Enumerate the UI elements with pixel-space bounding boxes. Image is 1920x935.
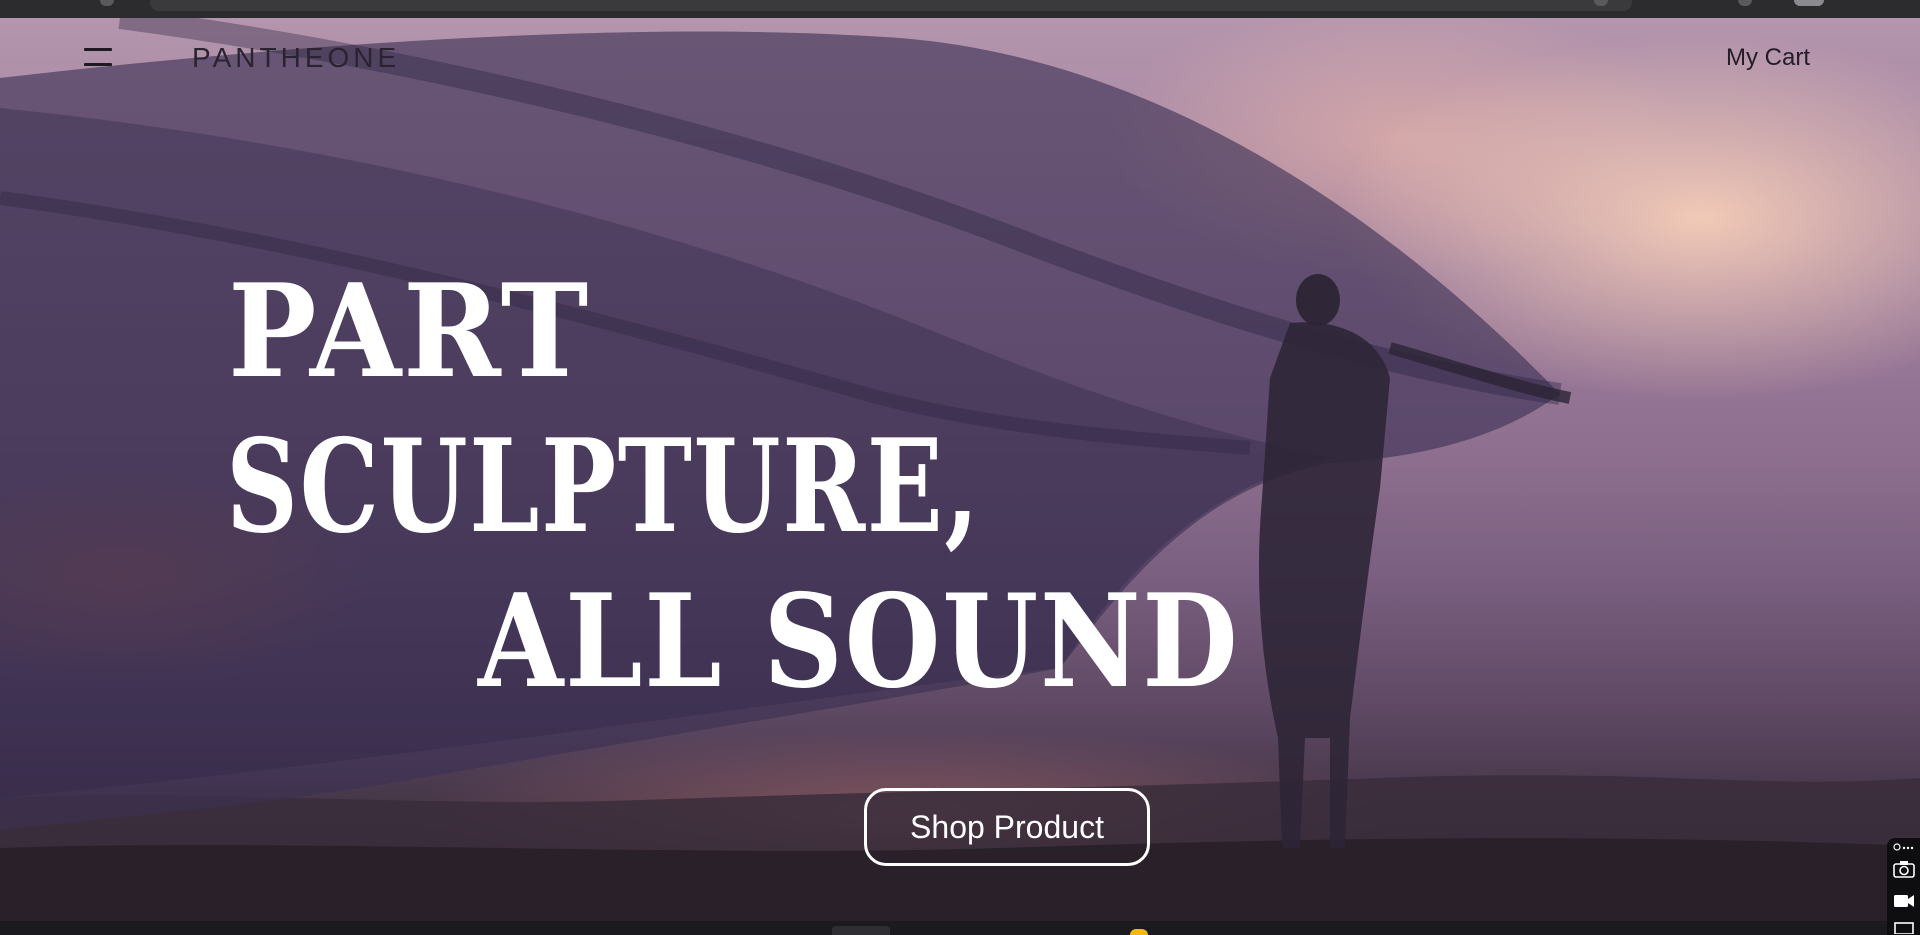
brand-logo[interactable]: PANTHEONE bbox=[192, 42, 400, 74]
capture-toolbar bbox=[1887, 838, 1920, 935]
profile-avatar[interactable] bbox=[1794, 0, 1824, 6]
window-icon[interactable] bbox=[1893, 922, 1915, 934]
menu-line bbox=[84, 48, 112, 51]
extension-icon[interactable] bbox=[1738, 0, 1752, 6]
hamburger-menu-icon[interactable] bbox=[84, 44, 112, 72]
my-cart-link[interactable]: My Cart bbox=[1726, 44, 1810, 72]
video-camera-icon[interactable] bbox=[1893, 892, 1915, 910]
shop-product-button[interactable]: Shop Product bbox=[864, 788, 1150, 866]
hero-section bbox=[0, 18, 1920, 921]
address-bar[interactable] bbox=[150, 0, 1632, 11]
taskbar-item[interactable] bbox=[832, 926, 890, 935]
menu-line bbox=[84, 63, 112, 66]
taskbar bbox=[0, 921, 1920, 935]
taskbar-app-icon[interactable] bbox=[1130, 929, 1148, 935]
hero-background-image bbox=[0, 18, 1920, 921]
link-more-icon[interactable] bbox=[1893, 840, 1915, 854]
reload-icon[interactable] bbox=[100, 0, 114, 6]
camera-icon[interactable] bbox=[1893, 860, 1915, 878]
browser-toolbar bbox=[0, 0, 1920, 18]
